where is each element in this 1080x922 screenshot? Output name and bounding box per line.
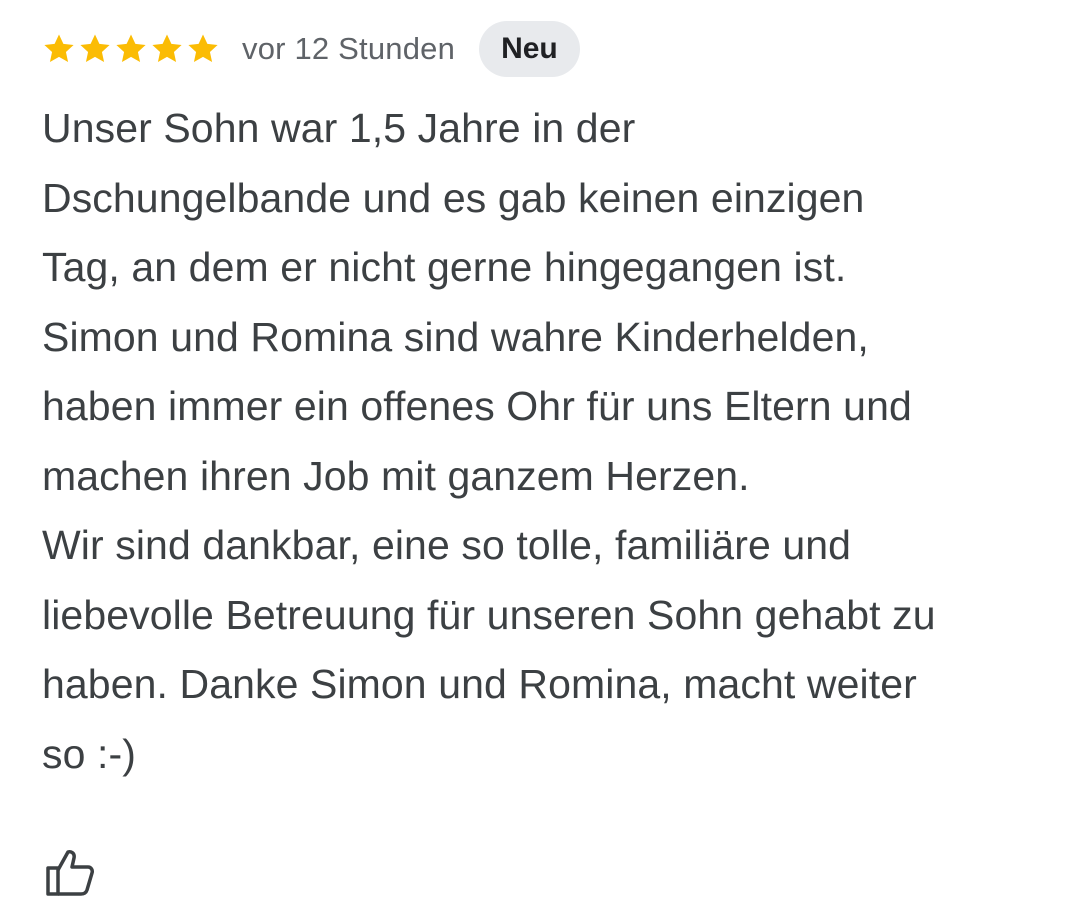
star-rating [42, 32, 220, 66]
star-icon [44, 34, 74, 63]
star-icon [152, 34, 182, 63]
like-button[interactable] [44, 848, 96, 898]
star-icon [80, 34, 110, 63]
new-badge: Neu [479, 21, 580, 77]
thumbs-up-icon [46, 850, 94, 896]
review-text: Unser Sohn war 1,5 Jahre in der Dschunge… [42, 105, 936, 777]
review-time: vor 12 Stunden [242, 31, 456, 66]
star-icon [116, 34, 146, 63]
review-meta: vor 12 Stunden Neu [42, 20, 1052, 78]
star-icon [188, 34, 218, 63]
review-card: vor 12 Stunden Neu Unser Sohn war 1,5 Ja… [42, 20, 1052, 789]
